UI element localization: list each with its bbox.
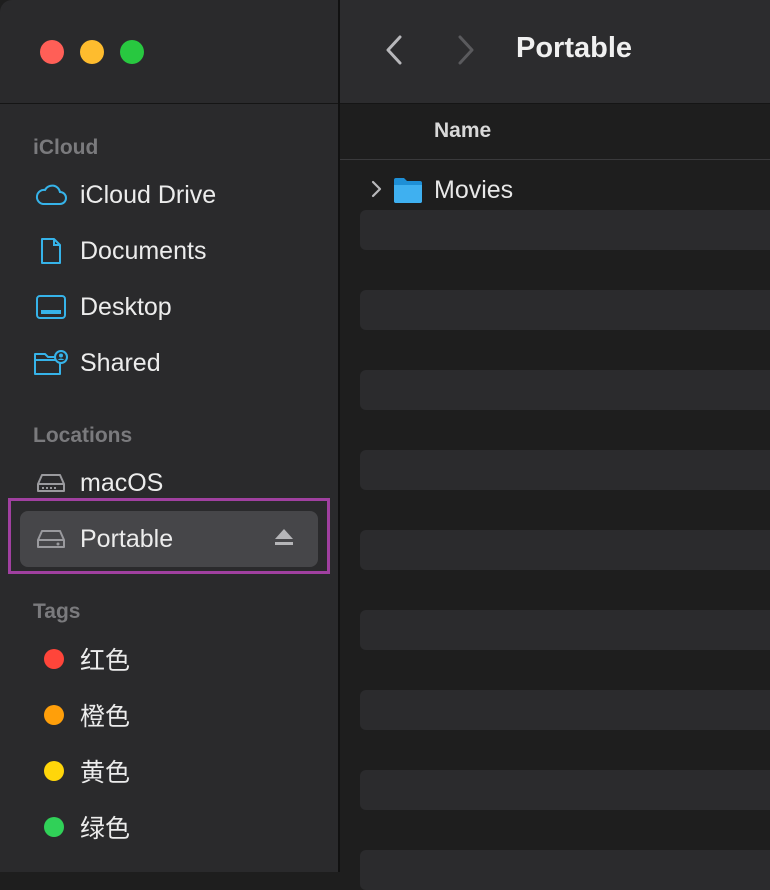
list-row-placeholder xyxy=(360,610,770,650)
list-row-placeholder xyxy=(360,290,770,330)
sidebar-item-desktop[interactable]: Desktop xyxy=(20,279,318,335)
sidebar-item-documents[interactable]: Documents xyxy=(20,223,318,279)
list-row-placeholder xyxy=(360,530,770,570)
sidebar-item-label: macOS xyxy=(80,468,164,497)
zoom-window-button[interactable] xyxy=(120,40,144,64)
forward-button[interactable] xyxy=(456,34,476,71)
close-window-button[interactable] xyxy=(40,40,64,64)
sidebar-item-icloud-drive[interactable]: iCloud Drive xyxy=(20,167,318,223)
sidebar: iCloud iCloud Drive Documents Desktop Sh… xyxy=(0,0,340,872)
sidebar-item-label: 橙色 xyxy=(80,703,131,731)
disclosure-chevron-icon[interactable] xyxy=(370,180,382,203)
list-row-placeholder xyxy=(360,690,770,730)
desktop-icon xyxy=(34,292,68,322)
list-row-placeholder xyxy=(360,770,770,810)
sidebar-item-label: Documents xyxy=(80,236,207,265)
file-name: Movies xyxy=(434,176,514,204)
selection-highlight-box xyxy=(8,498,330,574)
tag-dot-icon xyxy=(34,812,68,842)
list-header: Name xyxy=(340,104,770,160)
sidebar-tag-yellow[interactable]: 黄色 xyxy=(20,743,318,799)
shared-folder-icon xyxy=(34,348,68,378)
sidebar-tag-orange[interactable]: 橙色 xyxy=(20,687,318,743)
sidebar-item-label: Desktop xyxy=(80,292,172,321)
back-button[interactable] xyxy=(384,34,404,71)
section-header-tags: Tags xyxy=(33,600,81,623)
window-controls xyxy=(40,40,144,64)
section-header-locations: Locations xyxy=(33,424,133,447)
internal-drive-icon xyxy=(34,468,68,498)
list-row-placeholder xyxy=(360,850,770,890)
tag-dot-icon xyxy=(34,756,68,786)
toolbar: Portable xyxy=(340,0,770,104)
tag-dot-icon xyxy=(34,644,68,674)
sidebar-tag-green[interactable]: 绿色 xyxy=(20,799,318,855)
sidebar-item-label: 黄色 xyxy=(80,759,131,787)
tag-dot-icon xyxy=(34,700,68,730)
sidebar-divider xyxy=(0,103,338,104)
sidebar-item-label: iCloud Drive xyxy=(80,180,217,209)
sidebar-item-label: 绿色 xyxy=(80,815,131,843)
folder-icon xyxy=(393,176,423,209)
minimize-window-button[interactable] xyxy=(80,40,104,64)
list-row-placeholder xyxy=(360,370,770,410)
section-header-icloud: iCloud xyxy=(33,136,99,159)
column-header-name[interactable]: Name xyxy=(434,119,491,143)
sidebar-item-label: Shared xyxy=(80,348,161,377)
list-row-placeholder xyxy=(360,450,770,490)
cloud-icon xyxy=(34,180,68,210)
sidebar-item-shared[interactable]: Shared xyxy=(20,335,318,391)
document-icon xyxy=(34,236,68,266)
sidebar-tag-red[interactable]: 红色 xyxy=(20,631,318,687)
sidebar-item-label: 红色 xyxy=(80,647,131,675)
list-row-placeholder xyxy=(360,210,770,250)
window-title: Portable xyxy=(516,32,633,64)
list-row-movies[interactable]: Movies xyxy=(340,170,770,210)
